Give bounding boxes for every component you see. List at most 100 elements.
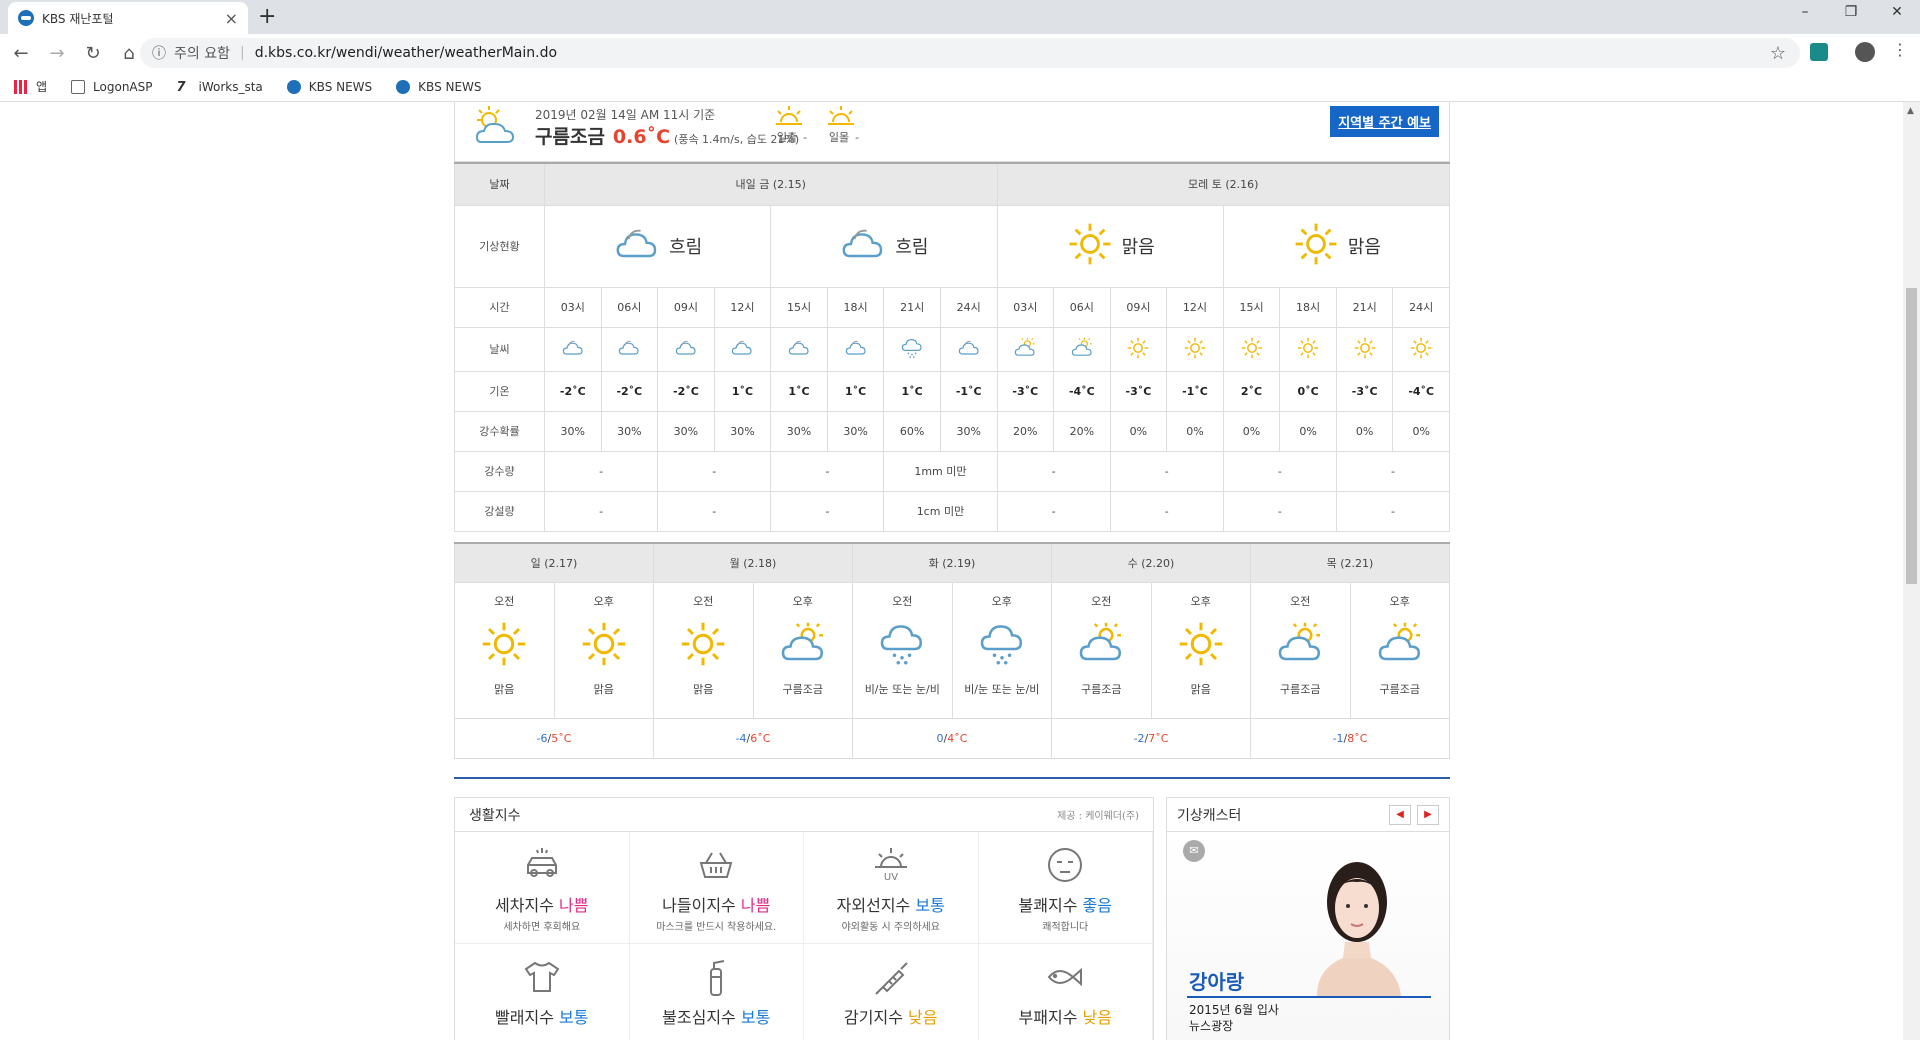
url-text[interactable]: d.kbs.co.kr/wendi/weather/weatherMain.do (255, 45, 557, 61)
new-tab-icon[interactable]: + (258, 4, 276, 29)
hour-time: 18시 (1279, 286, 1337, 328)
close-window-icon[interactable]: ✕ (1874, 0, 1920, 30)
cloud-snow-icon (877, 619, 927, 672)
bookmark-kbs-news-2[interactable]: KBS NEWS (396, 79, 482, 94)
hour-temp: 1˚C (713, 370, 772, 412)
weekly-forecast-table: 일 (2.17) 월 (2.18) 화 (2.19) 수 (2.20) 목 (2.21)… (454, 541, 1450, 759)
snow-amount: - (1335, 490, 1451, 532)
bookmark-logonasp[interactable]: LogonASP (71, 79, 153, 94)
sun-icon (1240, 337, 1264, 363)
hour-time: 21시 (1335, 286, 1394, 328)
hour-pop: 30% (770, 410, 828, 452)
reload-icon[interactable]: ↻ (78, 43, 108, 64)
address-bar[interactable]: ⓘ 주의 요함 | d.kbs.co.kr/wendi/weather/weat… (140, 38, 1800, 68)
basket-icon (630, 842, 804, 888)
weather-caster-panel: 기상캐스터 ◀ ▶ ✉ 강아랑 2015년 6월 입사 뉴스광장 (1166, 797, 1450, 1040)
caster-program: 뉴스광장 (1189, 1019, 1234, 1033)
current-datetime: 2019년 02월 14일 AM 11시 기준 (535, 108, 716, 122)
life-index-item[interactable]: 나들이지수 나쁨 마스크를 반드시 착용하세요. (629, 832, 804, 944)
hour-pop: 20% (1053, 410, 1111, 452)
hour-pop: 30% (826, 410, 885, 452)
life-index-item[interactable]: 불조심지수 보통 (630, 944, 804, 1040)
pm-condition: 비/눈 또는 눈/비 (964, 683, 1040, 696)
partly-cloudy-icon (1375, 619, 1425, 672)
pm-condition: 맑음 (1190, 683, 1211, 696)
sun-icon (1296, 337, 1320, 363)
cloud-icon (613, 220, 661, 273)
weekly-forecast-button[interactable]: 지역별 주간 예보 (1330, 106, 1439, 137)
sun-icon (1409, 337, 1433, 363)
short-term-forecast-table: 날짜 내일 금 (2.15) 모레 토 (2.16) 기상현황 흐림 흐림 맑음 맑음… (454, 162, 1451, 532)
caster-underline (1187, 996, 1431, 998)
snow-amount: - (543, 490, 659, 532)
close-tab-icon[interactable]: × (225, 9, 238, 28)
pm-label: 오후 (1389, 595, 1410, 608)
forward-icon[interactable]: → (42, 43, 72, 64)
cloud-snow-icon (900, 338, 924, 363)
face-icon (979, 842, 1153, 888)
hour-pop: 0% (1392, 410, 1450, 452)
kbs-favicon-icon (18, 10, 34, 26)
bookmark-iworks[interactable]: 7 iWorks_sta (177, 80, 263, 95)
life-index-panel: 생활지수 제공 : 케이웨더(주) 세차지수 나쁨 세차하면 후회해요 나들이지… (454, 797, 1154, 1040)
life-index-desc: 야외활동 시 주의하세요 (841, 922, 940, 933)
life-index-item[interactable]: 세차지수 나쁨 세차하면 후회해요 (455, 832, 630, 944)
sunset-label: 일몰 (828, 131, 850, 144)
profile-icon[interactable] (1855, 42, 1875, 62)
life-index-level: 나쁨 (740, 896, 771, 915)
cloud-icon (844, 340, 868, 363)
next-arrow-icon[interactable]: ▶ (1417, 804, 1439, 825)
life-index-item[interactable]: 감기지수 낮음 (804, 944, 979, 1040)
am-condition: 구름조금 (1081, 683, 1122, 696)
scrollbar-thumb[interactable] (1906, 288, 1917, 584)
sunrise-label: 일출 (776, 131, 798, 144)
pm-label: 오후 (792, 595, 813, 608)
sunset: 일몰 - (819, 104, 863, 145)
life-index-item[interactable]: 빨래지수 보통 (455, 944, 630, 1040)
life-index-item[interactable]: UV 자외선지수 보통 야외활동 시 주의하세요 (804, 832, 979, 944)
minimize-icon[interactable]: – (1782, 0, 1828, 30)
life-index-item[interactable]: 부패지수 낮음 (979, 944, 1153, 1040)
bookmark-apps[interactable]: 앱 (14, 78, 47, 95)
menu-icon[interactable]: ⋮ (1892, 40, 1908, 59)
info-icon[interactable]: ⓘ (152, 43, 166, 63)
life-index-title: 생활지수 (469, 807, 521, 824)
hour-pop: 20% (996, 410, 1055, 452)
hour-temp: 2˚C (1222, 370, 1281, 412)
back-icon[interactable]: ← (6, 43, 36, 64)
page-scrollbar[interactable]: ▲ (1903, 102, 1920, 1040)
week-temp-range: -2/7˚C (1051, 718, 1251, 759)
weather-content: 2019년 02월 14일 AM 11시 기준 구름조금 0.6˚C (풍속 1… (454, 102, 1451, 1040)
browser-tab[interactable]: KBS 재난포털 × (8, 2, 248, 34)
partly-cloudy-icon (1070, 337, 1094, 363)
pm-label: 오후 (1190, 595, 1211, 608)
bookmark-star-icon[interactable]: ☆ (1770, 43, 1786, 64)
week-temp-range: -1/8˚C (1250, 718, 1450, 759)
hour-time: 18시 (826, 286, 885, 328)
mail-icon[interactable]: ✉ (1183, 840, 1205, 862)
status-cell: 맑음 (1222, 204, 1451, 288)
week-pm-cell: 오후 맑음 (1150, 582, 1251, 719)
shirt-icon (455, 954, 629, 1000)
bookmark-kbs-news-1[interactable]: KBS NEWS (286, 79, 372, 94)
sun-icon (579, 619, 629, 672)
hour-time: 06시 (1053, 286, 1111, 328)
hour-temp: -3˚C (996, 370, 1055, 412)
extension-icon[interactable] (1810, 43, 1828, 61)
am-condition: 맑음 (693, 683, 714, 696)
bottom-section: 생활지수 제공 : 케이웨더(주) 세차지수 나쁨 세차하면 후회해요 나들이지… (454, 797, 1450, 1040)
sun-icon (1353, 337, 1377, 363)
cloud-icon (957, 340, 981, 363)
life-index-item[interactable]: 불쾌지수 좋음 쾌적합니다 (978, 832, 1153, 944)
partly-cloudy-icon (1275, 619, 1325, 672)
prev-arrow-icon[interactable]: ◀ (1389, 804, 1411, 825)
week-am-cell: 오전 비/눈 또는 눈/비 (852, 582, 953, 719)
week-day-header: 월 (2.18) (653, 541, 853, 583)
rain-amount: - (1335, 450, 1451, 492)
hour-weather (939, 326, 998, 372)
caster-join-date: 2015년 6월 입사 (1189, 1003, 1279, 1017)
life-index-name: 부패지수 (1018, 1008, 1078, 1027)
restore-icon[interactable]: ❐ (1828, 0, 1874, 30)
scroll-up-icon[interactable]: ▲ (1907, 106, 1914, 116)
hour-temp: -2˚C (657, 370, 715, 412)
